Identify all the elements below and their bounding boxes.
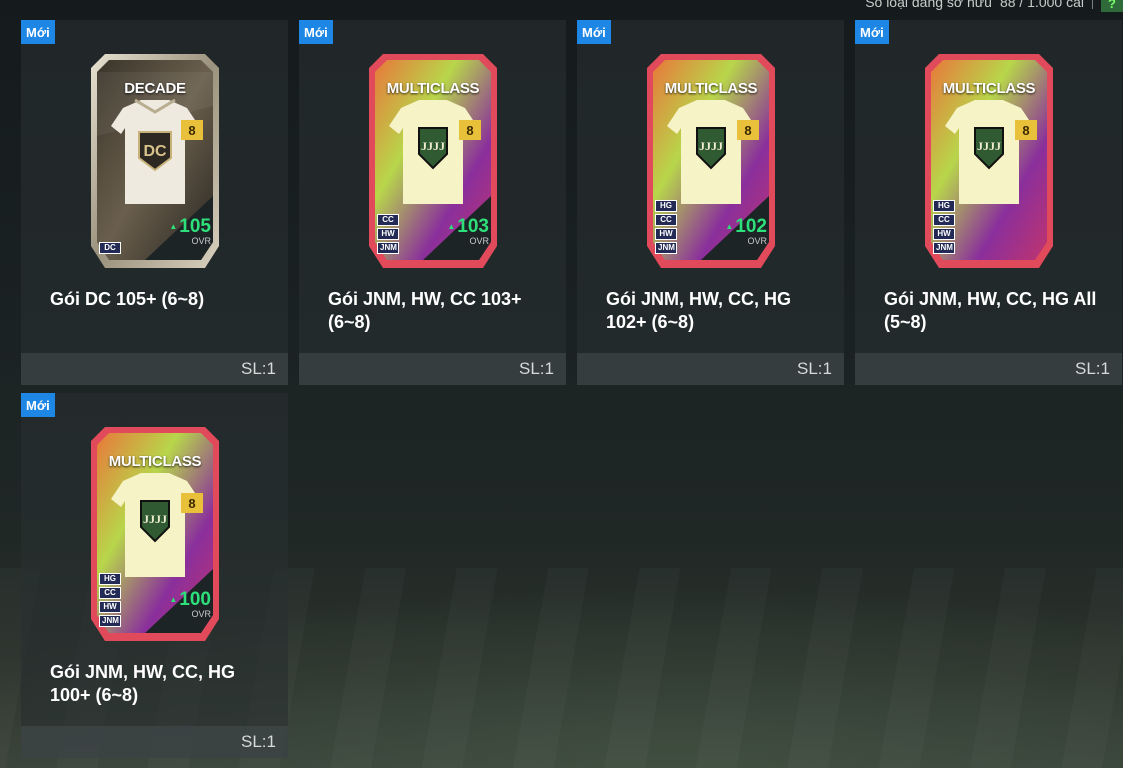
class-tag: JNM: [99, 615, 121, 627]
pack-grid: Mới DC DECADE 8 ▲ 105 OVR DC Gói DC 105+…: [0, 0, 1123, 768]
pack-card-image: DC DECADE 8 105 OVR DC: [85, 46, 225, 272]
pack-tile[interactable]: Mới JJJJ MULTICLASS 8: [299, 20, 566, 385]
pack-card-image: JJJJ MULTICLASS 8 100 OVR HG CC HW JNM: [85, 419, 225, 645]
pack-title: Gói JNM, HW, CC, HG 102+ (6~8): [606, 289, 792, 332]
class-tag: HW: [377, 228, 399, 240]
class-tag: HG: [933, 200, 955, 212]
class-tag: HW: [933, 228, 955, 240]
class-tag: CC: [933, 214, 955, 226]
ovr-display: 105 OVR: [169, 217, 211, 247]
svg-text:JJJJ: JJJJ: [421, 139, 445, 153]
quantity-label: SL:1: [519, 359, 554, 378]
quantity-label: SL:1: [1075, 359, 1110, 378]
quantity-bar: SL:1: [21, 726, 288, 758]
ovr-value: 103: [447, 217, 489, 236]
class-tags: CC HW JNM: [377, 214, 399, 254]
ovr-display: 103 OVR: [447, 217, 489, 247]
ovr-label: OVR: [469, 236, 489, 247]
class-tag: HG: [99, 573, 121, 585]
card-label: MULTICLASS: [108, 453, 202, 470]
pack-card-image: JJJJ MULTICLASS 8 102 OVR HG CC HW JNM: [641, 46, 781, 272]
grade-badge: 8: [181, 493, 203, 513]
ovr-value: 105: [169, 217, 211, 236]
quantity-bar: SL:1: [577, 353, 844, 385]
svg-text:JJJJ: JJJJ: [699, 139, 723, 153]
class-tag: CC: [99, 587, 121, 599]
pack-title: Gói JNM, HW, CC, HG All (5~8): [884, 289, 1097, 332]
class-tag: DC: [99, 242, 121, 254]
class-tags: HG CC HW JNM: [933, 200, 955, 254]
new-badge: Mới: [855, 20, 889, 44]
pack-tile[interactable]: Mới JJJJ MULTICLASS 8: [577, 20, 844, 385]
class-tag: CC: [377, 214, 399, 226]
ovr-value: 102: [725, 217, 767, 236]
card-label: MULTICLASS: [942, 80, 1036, 97]
ovr-label: OVR: [191, 609, 211, 620]
quantity-bar: SL:1: [855, 353, 1122, 385]
svg-text:JJJJ: JJJJ: [143, 512, 167, 526]
class-tag: HW: [99, 601, 121, 613]
pack-tile[interactable]: Mới JJJJ MULTICLASS 8: [21, 393, 288, 758]
class-tags: DC: [99, 242, 121, 254]
quantity-label: SL:1: [797, 359, 832, 378]
card-label: DECADE: [124, 80, 186, 97]
svg-text:DC: DC: [143, 143, 167, 160]
class-tag: JNM: [655, 242, 677, 254]
ovr-value: 100: [169, 590, 211, 609]
card-label: MULTICLASS: [664, 80, 758, 97]
class-tags: HG CC HW JNM: [655, 200, 677, 254]
class-tag: JNM: [377, 242, 399, 254]
grade-badge: 8: [459, 120, 481, 140]
new-badge: Mới: [21, 20, 55, 44]
grade-badge: 8: [737, 120, 759, 140]
pack-card-image: JJJJ MULTICLASS 8 103 OVR CC HW JNM: [363, 46, 503, 272]
pack-title: Gói JNM, HW, CC, HG 100+ (6~8): [50, 662, 236, 705]
grade-badge: 8: [181, 120, 203, 140]
pack-title: Gói JNM, HW, CC 103+ (6~8): [328, 289, 522, 332]
ovr-display: 100 OVR: [169, 590, 211, 620]
quantity-label: SL:1: [241, 732, 276, 751]
card-label: MULTICLASS: [386, 80, 480, 97]
new-badge: Mới: [299, 20, 333, 44]
pack-title: Gói DC 105+ (6~8): [50, 289, 205, 309]
class-tag: HG: [655, 200, 677, 212]
pack-tile[interactable]: Mới DC DECADE 8 ▲ 105 OVR DC Gói DC 105+…: [21, 20, 288, 385]
pack-card-image: JJJJ MULTICLASS 8 HG CC HW JNM: [919, 46, 1059, 272]
class-tag: CC: [655, 214, 677, 226]
class-tags: HG CC HW JNM: [99, 573, 121, 627]
quantity-label: SL:1: [241, 359, 276, 378]
ovr-label: OVR: [747, 236, 767, 247]
class-tag: HW: [655, 228, 677, 240]
new-badge: Mới: [21, 393, 55, 417]
quantity-bar: SL:1: [21, 353, 288, 385]
quantity-bar: SL:1: [299, 353, 566, 385]
grade-badge: 8: [1015, 120, 1037, 140]
class-tag: JNM: [933, 242, 955, 254]
pack-tile[interactable]: Mới JJJJ MULTICLASS 8: [855, 20, 1122, 385]
new-badge: Mới: [577, 20, 611, 44]
ovr-display: 102 OVR: [725, 217, 767, 247]
svg-text:JJJJ: JJJJ: [977, 139, 1001, 153]
ovr-label: OVR: [191, 236, 211, 247]
